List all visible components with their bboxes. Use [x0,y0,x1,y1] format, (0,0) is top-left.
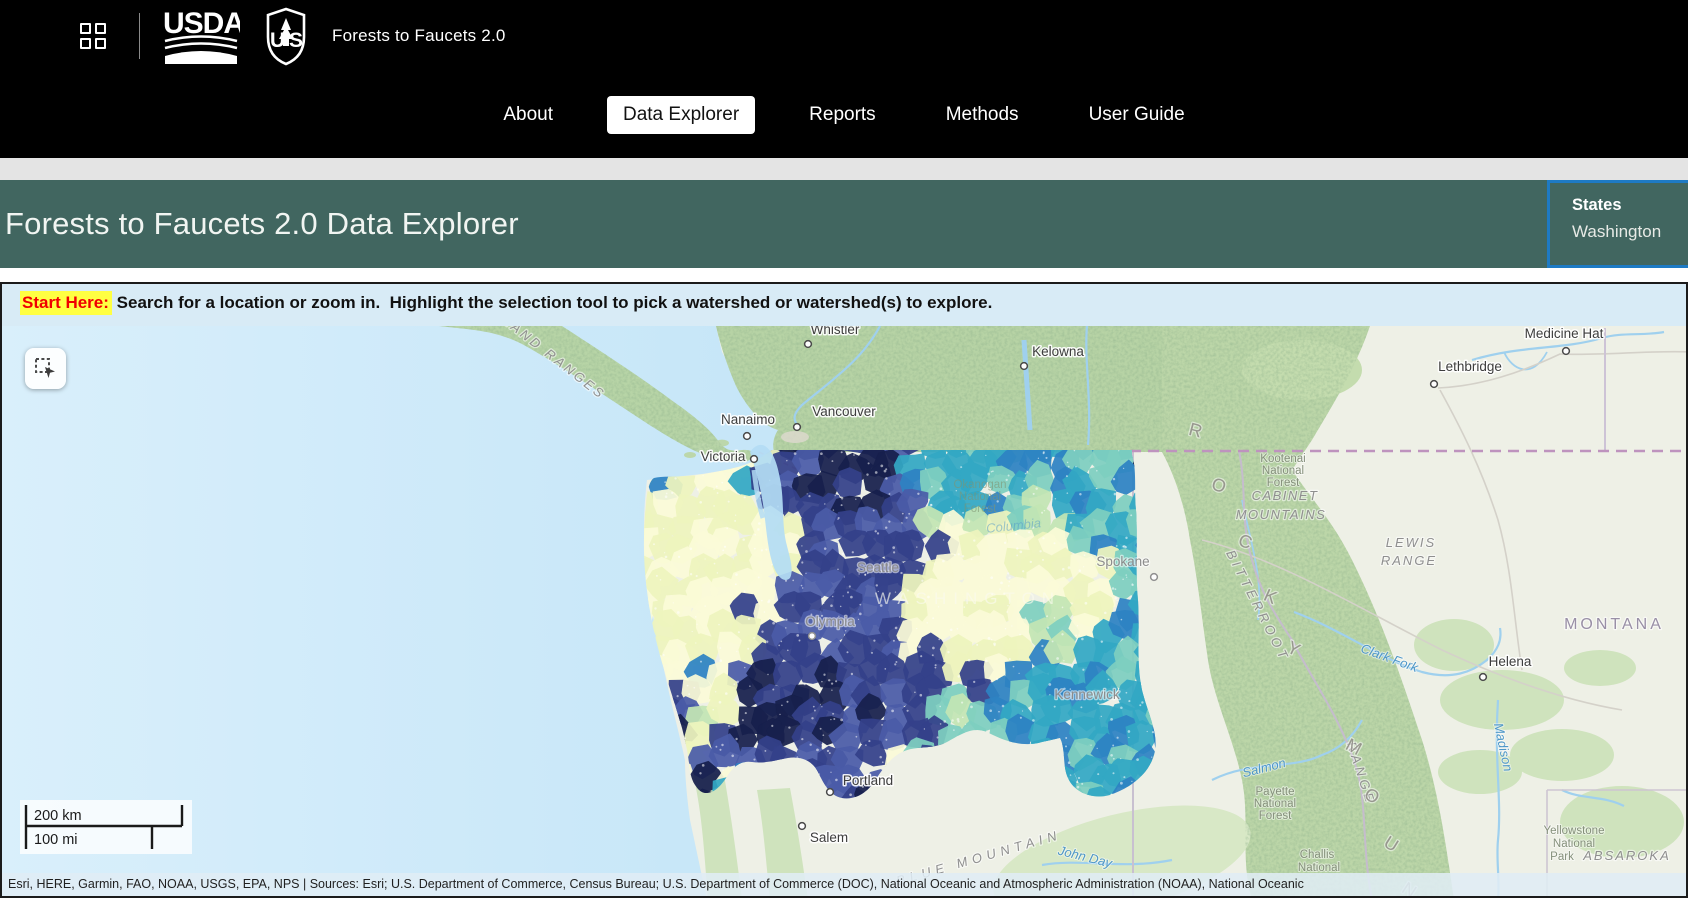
map-label: MONTANA [1564,616,1664,633]
city-marker [825,787,835,797]
scale-km-label: 200 km [34,808,82,824]
selection-tool-button[interactable] [25,348,66,389]
map-svg[interactable]: MONTANA WASHINGTON CABINET MOUNTAINS LEWIS RA… [2,326,1686,896]
states-panel-label: States [1572,196,1622,214]
map-label: National [1262,465,1304,477]
map-label: Olympia [805,614,855,629]
map-label: Yellowstone [1544,825,1605,837]
city-marker [1561,346,1571,356]
map-label: Forest [964,503,997,515]
start-here-highlight: Start Here: [20,291,112,315]
map-label: ABSAROKA [1582,848,1671,863]
map-label: Whistler [811,326,860,337]
city-marker [1429,379,1439,389]
gap [0,268,1688,282]
map-label: Seattle [857,560,899,575]
forest-service-shield-icon: U S [266,7,306,66]
instruction-text: Search for a location or zoom in. Highli… [111,293,993,312]
map-label: Forest [1259,810,1292,822]
main-nav: About Data Explorer Reports Methods User Gui… [0,72,1688,158]
data-explorer-panel: Start Here: Search for a location or zoo… [0,282,1688,898]
scale-bar: 200 km 100 mi [20,800,192,854]
states-selection-panel[interactable]: States Washington [1547,180,1688,268]
map-label: MOUNTAINS [1236,507,1327,522]
scale-mi-label: 100 mi [34,832,78,848]
map-label: Vancouver [812,404,876,419]
map-label: Medicine Hat [1525,326,1604,341]
nav-reports[interactable]: Reports [793,96,892,134]
map-label: Helena [1489,654,1532,669]
separator-strip [0,158,1688,180]
city-marker [807,631,817,641]
map-label: RANGE [1381,553,1437,568]
map-canvas[interactable]: MONTANA WASHINGTON CABINET MOUNTAINS LEWIS RA… [2,326,1686,896]
map-label: Forest [1267,477,1300,489]
app-launcher-grid-icon[interactable] [80,23,106,49]
map-label: Salem [810,830,848,845]
nav-data-explorer[interactable]: Data Explorer [606,96,756,134]
city-marker [803,339,813,349]
svg-text:USDA: USDA [163,8,240,40]
app-title: Forests to Faucets 2.0 [332,26,506,45]
map-label: Park [1550,851,1574,863]
map-label: Kennewick [1054,687,1120,702]
states-panel-value: Washington [1572,222,1662,241]
map-label: WASHINGTON [875,589,1061,608]
page-banner: Forests to Faucets 2.0 Data Explorer Sta… [0,180,1688,268]
map-label: Challis [1300,849,1335,861]
city-marker [1019,361,1029,371]
city-marker [742,431,752,441]
city-marker [1149,572,1159,582]
city-marker [797,821,807,831]
map-label: Kelowna [1032,344,1084,359]
map-label: Lethbridge [1438,359,1502,374]
map-label: Spokane [1096,554,1149,569]
app-header: USDA U S Forests to Faucets 2.0 [0,0,1688,72]
instruction-bar: Start Here: Search for a location or zoo… [2,284,1686,315]
rectangle-select-cursor-icon [34,357,55,378]
map-label: National [1254,798,1296,810]
map-label: LEWIS [1386,535,1436,550]
nav-methods[interactable]: Methods [930,96,1035,134]
header-divider [139,13,140,59]
city-marker [1478,672,1488,682]
map-label: National [959,491,1001,503]
svg-text:S: S [289,29,303,52]
city-marker [749,454,759,464]
city-marker [792,422,802,432]
map-label: Okanogan [953,479,1006,491]
map-label: Portland [843,773,893,788]
map-attribution: Esri, HERE, Garmin, FAO, NOAA, USGS, EPA… [2,873,1686,896]
map-label: Kootenai [1260,453,1305,465]
map-label: CABINET [1252,488,1319,503]
nav-about[interactable]: About [487,96,569,134]
map-label: Payette [1256,786,1295,798]
usda-logo: USDA [163,8,240,64]
map-label: Victoria [701,449,746,464]
nav-user-guide[interactable]: User Guide [1073,96,1201,134]
page-title: Forests to Faucets 2.0 Data Explorer [5,206,519,241]
map-label: Nanaimo [721,412,775,427]
